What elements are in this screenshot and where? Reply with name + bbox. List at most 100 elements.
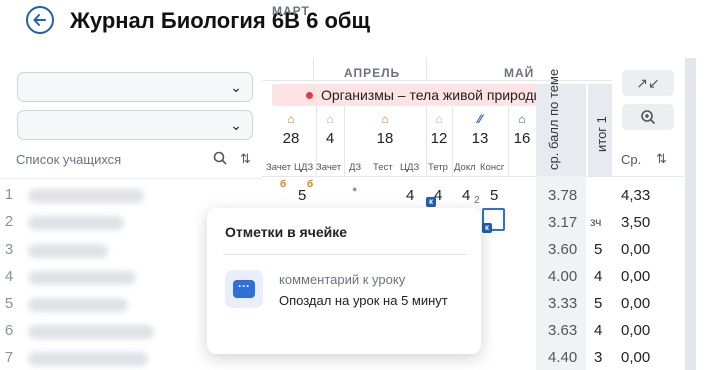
avg-value: 4.00 xyxy=(548,268,578,285)
chevron-down-icon: ⌄ xyxy=(230,79,242,95)
home-icon: ⌂ xyxy=(381,112,389,126)
comment-type: комментарий к уроку xyxy=(279,272,406,287)
back-button[interactable] xyxy=(26,6,54,34)
comment-text: Опоздал на урок на 5 минут xyxy=(279,293,448,308)
cp-column-title: Ср. xyxy=(621,152,642,167)
vertical-scrollbar[interactable] xyxy=(685,58,696,370)
avg-value: 3.63 xyxy=(548,322,578,339)
student-name-blurred[interactable] xyxy=(28,325,154,339)
topic-title: Организмы – тела живой природы xyxy=(321,87,544,103)
day-number: 12 xyxy=(430,130,448,147)
chevron-down-icon: ⌄ xyxy=(230,117,242,133)
divider xyxy=(508,106,509,176)
day-number: 28 xyxy=(282,130,300,147)
day-column-13[interactable]: ⁄⁄ 13 xyxy=(468,112,492,147)
mark-cell[interactable]: 5 xyxy=(298,187,306,204)
slash-icon: ⁄⁄ xyxy=(477,112,482,126)
expand-button[interactable]: ↗↙ xyxy=(622,70,674,96)
lesson-type: Зачет xyxy=(316,162,342,173)
lesson-type: ДЗ xyxy=(349,162,362,173)
student-name-blurred[interactable] xyxy=(28,271,136,285)
lesson-type: Тест xyxy=(373,162,393,173)
zoom-button[interactable] xyxy=(622,104,674,130)
lesson-type: ЦДЗ xyxy=(294,162,314,173)
comment-icon: ··· xyxy=(225,270,263,308)
divider xyxy=(426,58,427,80)
day-column-18[interactable]: ⌂ 18 xyxy=(374,112,396,147)
day-column-28[interactable]: ⌂ 28 xyxy=(280,112,302,147)
lesson-type: Тетр xyxy=(428,162,448,173)
final-mark[interactable]: 5 xyxy=(594,241,602,258)
divider xyxy=(452,106,453,176)
cp-value: 0,00 xyxy=(621,295,651,312)
comment-badge[interactable]: к xyxy=(482,223,492,233)
sort-icon[interactable]: ⇅ xyxy=(656,151,667,167)
divider xyxy=(344,106,345,176)
avg-value: 3.17 xyxy=(548,214,578,231)
final-mark[interactable]: 4 xyxy=(594,268,602,285)
avg-column-header[interactable] xyxy=(536,84,586,176)
day-column-12[interactable]: ⌂ 12 xyxy=(428,112,450,147)
cp-value: 0,00 xyxy=(621,241,651,258)
cp-value: 0,00 xyxy=(621,349,651,366)
cp-value: 3,50 xyxy=(621,214,651,231)
home-icon: ⌂ xyxy=(518,112,526,126)
student-name-blurred[interactable] xyxy=(28,352,148,366)
cp-value: 0,00 xyxy=(621,268,651,285)
mark-cell[interactable]: 5 xyxy=(490,187,498,204)
arrow-left-icon xyxy=(33,14,46,26)
lesson-type: ЦДЗ xyxy=(400,162,420,173)
row-number: 3 xyxy=(4,241,14,258)
home-icon: ⌂ xyxy=(435,112,443,126)
day-number: 18 xyxy=(376,130,394,147)
row-number: 7 xyxy=(4,349,14,366)
mark-flag: б xyxy=(280,179,287,190)
zoom-icon xyxy=(641,110,656,125)
mark-cell[interactable]: 4 xyxy=(462,187,470,204)
popover-title: Отметки в ячейке xyxy=(225,224,348,240)
day-number: 4 xyxy=(325,130,335,147)
students-list-label: Список учащихся xyxy=(16,152,122,167)
comment-badge[interactable]: к xyxy=(426,197,436,207)
day-column-16[interactable]: ⌂ 16 xyxy=(510,112,534,147)
row-number: 4 xyxy=(4,268,14,285)
page-title: Журнал Биология 6В 6 общ xyxy=(70,8,371,33)
search-icon[interactable] xyxy=(213,151,227,168)
itog-value[interactable]: зч xyxy=(590,215,601,229)
row-number: 2 xyxy=(4,213,14,230)
cp-value: 0,00 xyxy=(621,322,651,339)
sort-icon[interactable]: ⇅ xyxy=(240,151,251,167)
divider xyxy=(0,178,262,179)
divider xyxy=(313,58,314,80)
avg-value: 3.33 xyxy=(548,295,578,312)
dot-icon: ● xyxy=(352,184,358,194)
final-mark[interactable]: 5 xyxy=(594,295,602,312)
filter-select-2[interactable]: ⌄ xyxy=(17,110,253,140)
cp-value: 4,33 xyxy=(621,187,651,204)
student-name-blurred[interactable] xyxy=(28,244,108,258)
topic-dot-icon xyxy=(306,91,313,99)
mark-flag: б xyxy=(307,179,314,190)
student-name-blurred[interactable] xyxy=(28,189,144,203)
student-name-blurred[interactable] xyxy=(28,298,128,312)
day-column-4[interactable]: ⌂ 4 xyxy=(320,112,340,147)
final-mark[interactable]: 3 xyxy=(594,349,602,366)
avg-value: 4.40 xyxy=(548,349,578,366)
avg-value: 3.60 xyxy=(548,241,578,258)
month-april: АПРЕЛЬ xyxy=(344,66,401,80)
expand-icon: ↗↙ xyxy=(636,75,660,91)
itog-column-title: итог 1 xyxy=(594,116,609,152)
lesson-type: Докл xyxy=(454,162,476,173)
filter-select-1[interactable]: ⌄ xyxy=(17,72,253,102)
row-number: 6 xyxy=(4,322,14,339)
final-mark[interactable]: 4 xyxy=(594,322,602,339)
avg-value: 3.78 xyxy=(548,187,578,204)
mark-cell[interactable]: 4 xyxy=(406,187,414,204)
lesson-type: Консг xyxy=(480,162,505,173)
mark-weight: 2 xyxy=(474,195,480,206)
day-number: 16 xyxy=(513,130,531,147)
divider xyxy=(612,176,684,177)
avg-column-title: ср. балл по теме xyxy=(546,68,561,170)
month-may: МАЙ xyxy=(504,66,535,80)
student-name-blurred[interactable] xyxy=(28,216,124,230)
